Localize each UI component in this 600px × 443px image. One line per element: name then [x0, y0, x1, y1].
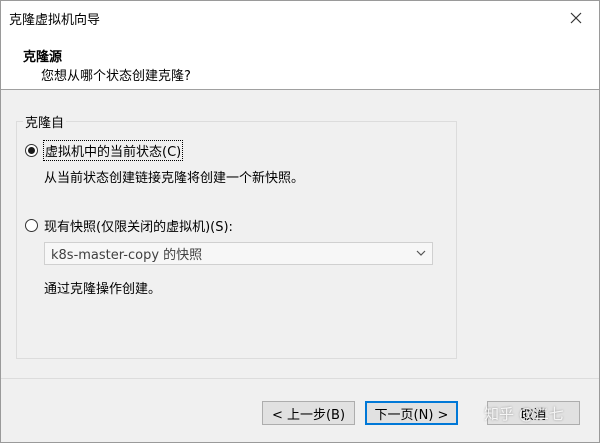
- close-button[interactable]: [553, 1, 599, 34]
- chevron-down-icon: [416, 250, 426, 256]
- footer-divider: [1, 378, 599, 379]
- snapshot-select-value: k8s-master-copy 的快照: [51, 248, 203, 263]
- title-bar: 克隆虚拟机向导: [1, 1, 599, 34]
- close-icon: [570, 12, 582, 23]
- current-state-description: 从当前状态创建链接克隆将创建一个新快照。: [44, 171, 305, 186]
- radio-existing-snapshot[interactable]: 现有快照(仅限关闭的虚拟机)(S):: [25, 216, 233, 235]
- radio-current-state-label: 虚拟机中的当前状态(C): [42, 140, 184, 161]
- group-legend: 克隆自: [23, 112, 67, 131]
- wizard-header: 克隆源 您想从哪个状态创建克隆?: [1, 34, 599, 90]
- radio-existing-snapshot-label: 现有快照(仅限关闭的虚拟机)(S):: [44, 220, 233, 235]
- cancel-button[interactable]: 取消: [487, 401, 580, 425]
- back-button[interactable]: < 上一步(B): [262, 401, 355, 425]
- radio-button-unchecked[interactable]: [25, 219, 38, 232]
- window-title: 克隆虚拟机向导: [9, 13, 101, 28]
- snapshot-description: 通过克隆操作创建。: [44, 282, 162, 297]
- next-button[interactable]: 下一页(N) >: [365, 401, 458, 425]
- radio-button-checked[interactable]: [25, 144, 38, 157]
- clone-wizard-window: 克隆虚拟机向导 克隆源 您想从哪个状态创建克隆? 克隆自 虚拟机中的当前状态(C…: [0, 0, 600, 443]
- snapshot-select[interactable]: k8s-master-copy 的快照: [44, 242, 433, 265]
- radio-current-state[interactable]: 虚拟机中的当前状态(C): [25, 140, 184, 161]
- page-title: 克隆源: [23, 50, 63, 65]
- page-subtitle: 您想从哪个状态创建克隆?: [41, 69, 191, 84]
